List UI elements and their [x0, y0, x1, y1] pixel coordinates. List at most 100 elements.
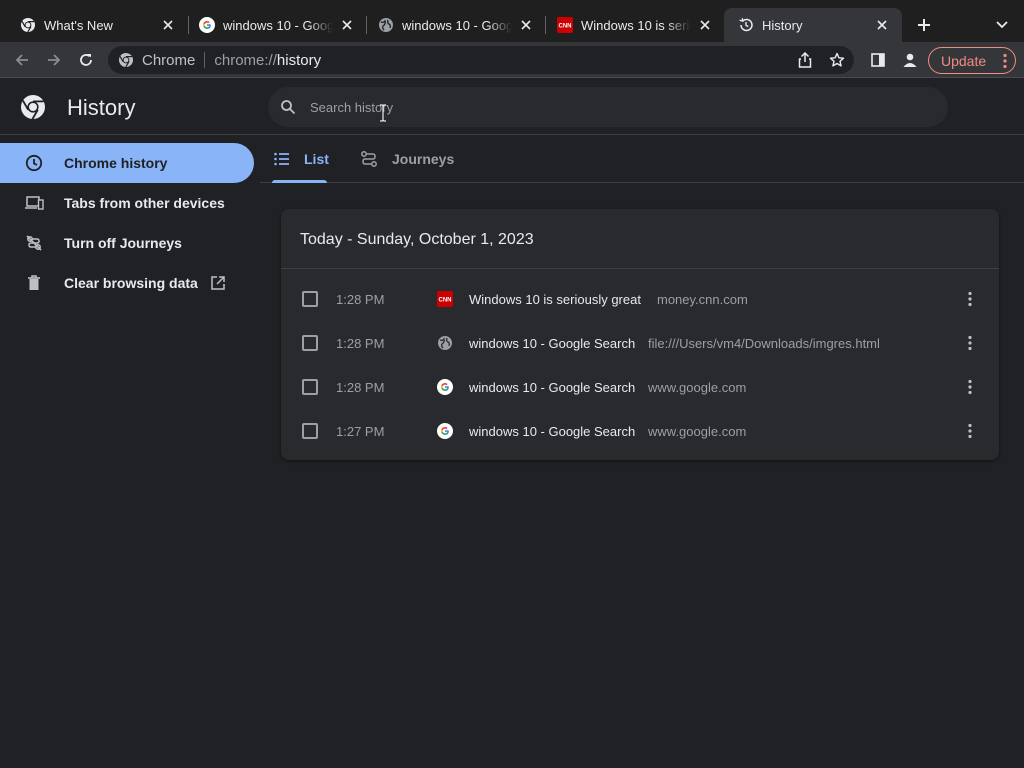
cnn-logo-icon: CNN [437, 291, 453, 307]
tab-title: windows 10 - Google Search [223, 17, 333, 33]
entry-domain: file:///Users/vm4/Downloads/imgres.html [648, 335, 880, 351]
entry-title[interactable]: windows 10 - Google Search [469, 424, 635, 439]
row-checkbox[interactable] [302, 291, 318, 307]
sidebar-item-clear-browsing-data[interactable]: Clear browsing data [0, 263, 254, 303]
new-tab-button[interactable] [912, 13, 936, 37]
cnn-logo-icon: CNN [557, 17, 573, 33]
more-actions-icon[interactable] [960, 421, 980, 441]
history-row[interactable]: 1:28 PM windows 10 - Google Search www.g… [281, 365, 999, 409]
history-header: History [0, 79, 1024, 135]
more-actions-icon[interactable] [960, 333, 980, 353]
external-link-icon [210, 275, 226, 291]
sidebar-item-label: Tabs from other devices [64, 195, 225, 211]
profile-avatar-icon [903, 53, 917, 67]
bookmark-star-icon[interactable] [829, 52, 845, 68]
globe-icon [437, 335, 453, 351]
sidebar-item-label: Turn off Journeys [64, 235, 182, 251]
close-tab-icon[interactable] [339, 17, 355, 33]
tab-whats-new[interactable]: What's New [6, 8, 188, 42]
sidebar-item-chrome-history[interactable]: Chrome history [0, 143, 254, 183]
chrome-logo-icon [118, 52, 134, 68]
page-title: History [67, 95, 136, 120]
side-panel-button[interactable] [864, 46, 892, 74]
tab-title: Windows 10 is seriously great [581, 17, 691, 33]
more-actions-icon[interactable] [960, 289, 980, 309]
google-g-icon [199, 17, 215, 33]
chevron-down-icon [996, 21, 1008, 29]
side-panel-icon [871, 53, 885, 67]
row-checkbox[interactable] [302, 379, 318, 395]
search-history-box[interactable] [268, 87, 948, 127]
tab-list-label: List [304, 151, 329, 167]
google-g-icon [437, 379, 453, 395]
row-checkbox[interactable] [302, 423, 318, 439]
browser-toolbar: Chrome chrome://history Update [0, 42, 1024, 78]
back-button[interactable] [8, 46, 36, 74]
sidebar-item-label: Chrome history [64, 155, 168, 171]
trash-icon [24, 273, 44, 293]
entry-title[interactable]: windows 10 - Google Search [469, 336, 635, 351]
tab-title: What's New [44, 17, 113, 33]
update-label: Update [941, 52, 987, 69]
tab-cnn[interactable]: CNN Windows 10 is seriously great [543, 8, 725, 42]
tab-journeys[interactable]: Journeys [360, 135, 454, 183]
entry-domain: www.google.com [648, 379, 747, 395]
card-divider [281, 268, 999, 269]
close-tab-icon[interactable] [518, 17, 534, 33]
update-button[interactable]: Update [928, 47, 1016, 74]
close-tab-icon[interactable] [697, 17, 713, 33]
entry-domain: www.google.com [648, 423, 747, 439]
sidebar-item-turn-off-journeys[interactable]: Turn off Journeys [0, 223, 254, 263]
url-host: history [276, 51, 322, 69]
active-tab-indicator [272, 180, 327, 183]
close-tab-icon[interactable] [874, 17, 890, 33]
omnibox-divider [204, 52, 206, 68]
view-tabs: List Journeys [260, 135, 1024, 183]
entry-time: 1:28 PM [336, 379, 385, 395]
site-label: Chrome [142, 51, 196, 69]
entry-time: 1:27 PM [336, 423, 385, 439]
more-actions-icon[interactable] [960, 377, 980, 397]
row-checkbox[interactable] [302, 335, 318, 351]
forward-button[interactable] [40, 46, 68, 74]
share-icon[interactable] [798, 52, 812, 68]
sidebar-item-label: Clear browsing data [64, 275, 198, 291]
svg-text:CNN: CNN [439, 298, 452, 304]
text-cursor-icon [379, 104, 387, 122]
history-row[interactable]: 1:28 PM windows 10 - Google Search file:… [281, 321, 999, 365]
svg-text:CNN: CNN [559, 24, 572, 30]
clock-icon [24, 153, 44, 173]
tab-search-button[interactable] [990, 13, 1014, 37]
url-scheme: chrome:// [214, 51, 277, 69]
back-arrow-icon [15, 54, 28, 66]
tab-google-search-2[interactable]: windows 10 - Google Search [364, 8, 546, 42]
tab-title: History [762, 17, 803, 33]
entry-time: 1:28 PM [336, 335, 385, 351]
history-clock-icon [738, 17, 754, 33]
entry-title[interactable]: windows 10 - Google Search [469, 380, 635, 395]
date-heading: Today - Sunday, October 1, 2023 [300, 231, 534, 248]
close-tab-icon[interactable] [160, 17, 176, 33]
address-bar[interactable]: Chrome chrome://history [108, 46, 854, 74]
history-row[interactable]: 1:27 PM windows 10 - Google Search www.g… [281, 409, 999, 453]
journeys-off-icon [24, 233, 44, 253]
history-card: Today - Sunday, October 1, 2023 1:28 PM … [281, 209, 999, 460]
search-input[interactable] [310, 99, 870, 115]
reload-icon [80, 54, 92, 66]
sidebar-item-other-devices[interactable]: Tabs from other devices [0, 183, 254, 223]
tab-google-search-1[interactable]: windows 10 - Google Search [185, 8, 367, 42]
entry-title[interactable]: Windows 10 is seriously great [469, 292, 641, 307]
chrome-logo-icon [20, 17, 36, 33]
chrome-logo-icon [20, 94, 46, 120]
profile-button[interactable] [896, 46, 924, 74]
search-icon [280, 99, 296, 115]
history-row[interactable]: 1:28 PM CNN Windows 10 is seriously grea… [281, 277, 999, 321]
reload-button[interactable] [72, 46, 100, 74]
tab-title: windows 10 - Google Search [402, 17, 512, 33]
tab-history[interactable]: History [724, 8, 902, 42]
tab-list[interactable]: List [274, 135, 329, 183]
entry-domain: money.cnn.com [657, 291, 748, 307]
more-menu-icon[interactable] [1003, 53, 1007, 72]
plus-icon [918, 19, 930, 31]
tab-journeys-label: Journeys [392, 151, 455, 167]
